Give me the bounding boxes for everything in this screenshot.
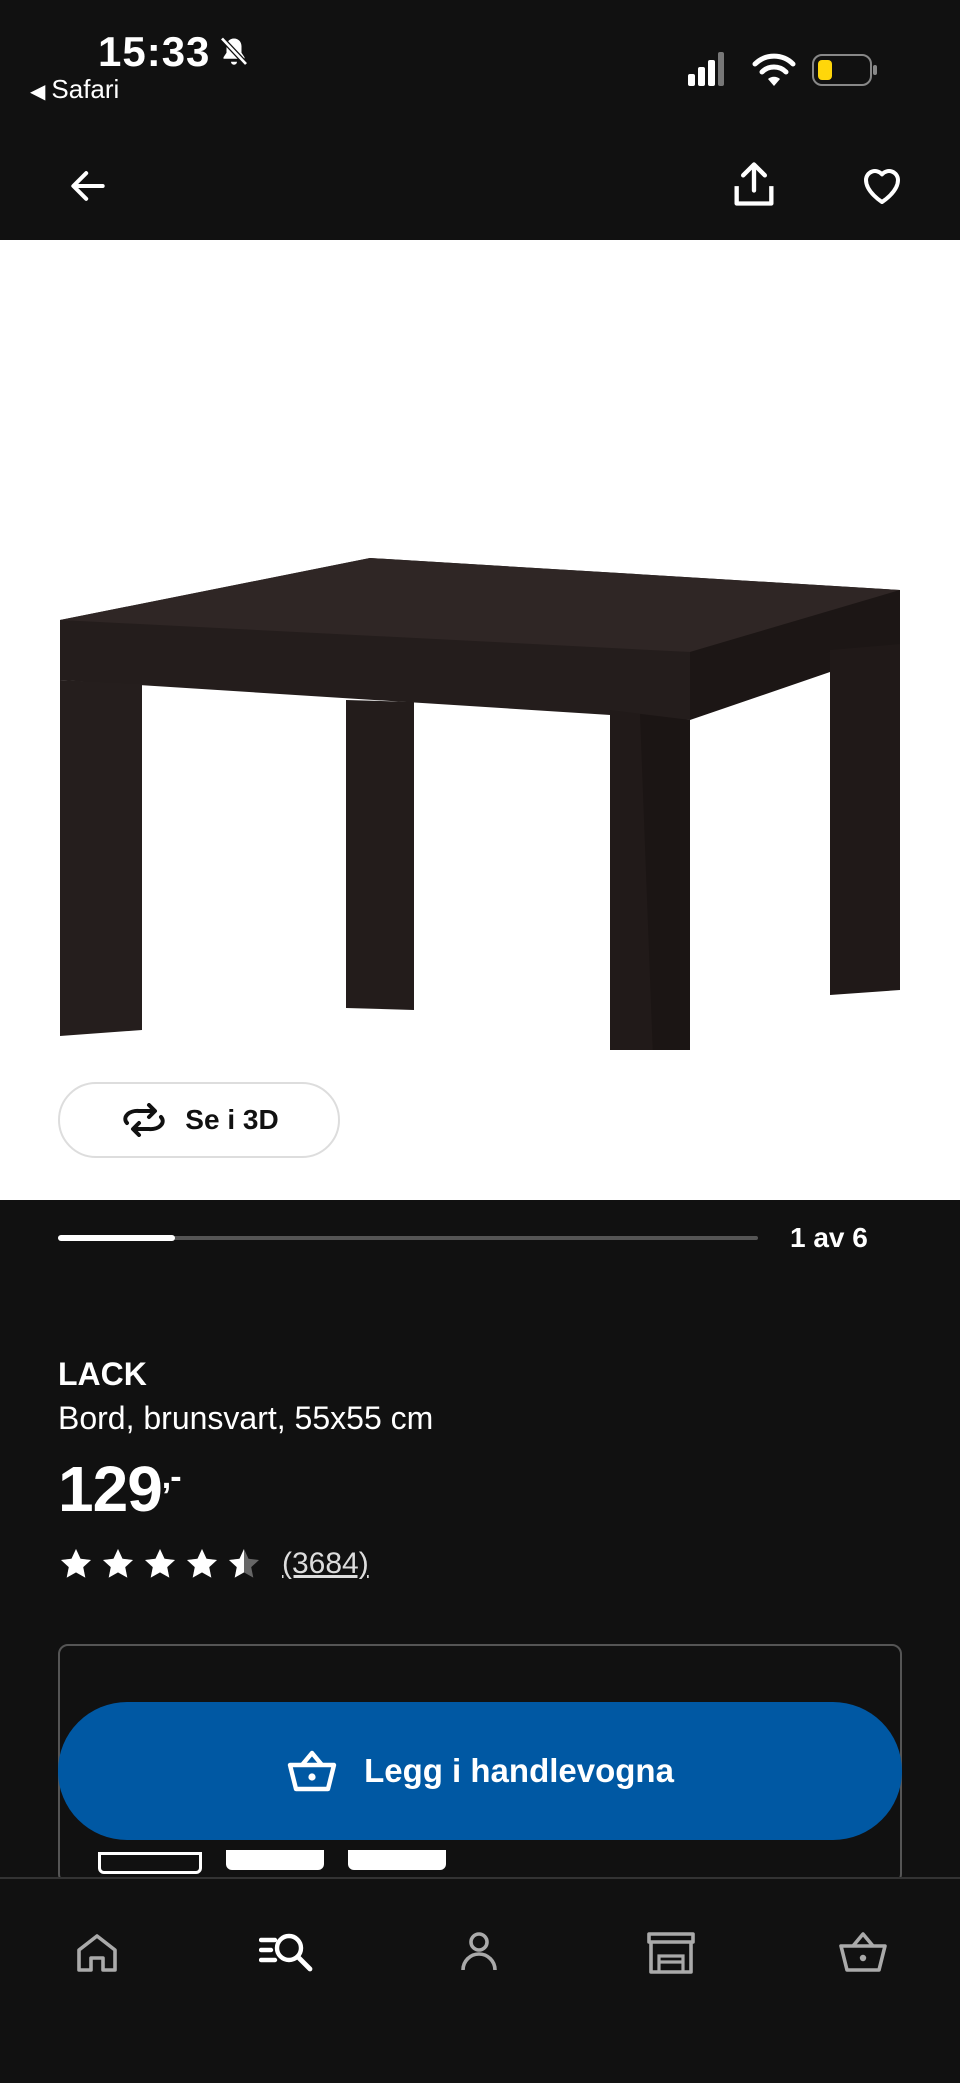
product-image [60,558,900,1050]
back-app-label: Safari [51,74,120,104]
status-time: 15:33 [98,28,211,75]
view-in-3d-label: Se i 3D [185,1104,279,1135]
star-icon [103,1549,133,1578]
back-triangle-icon: ◀ [30,81,46,103]
home-icon [77,1934,117,1972]
store-icon [647,1932,695,1974]
cellular-signal-icon [688,52,724,86]
cart-icon [839,1932,887,1972]
top-navigation [0,130,960,240]
variant-thumbnail[interactable] [348,1850,446,1870]
bottom-navigation [0,1877,960,2083]
back-arrow-icon [71,171,105,201]
add-to-cart-button[interactable]: Legg i handlevogna [58,1702,902,1840]
profile-icon [461,1932,497,1971]
product-image-gallery[interactable] [0,240,960,1200]
wifi-icon [752,53,796,86]
view-in-3d-button[interactable]: Se i 3D [58,1082,340,1158]
share-button[interactable] [722,152,786,216]
back-button[interactable] [56,154,120,218]
search-icon [259,1933,313,1972]
heart-icon [864,169,900,204]
gallery-progress-fill [58,1235,175,1241]
star-icon [145,1549,175,1578]
star-icon [229,1549,259,1578]
price-suffix: ,- [161,1458,182,1496]
nav-profile[interactable] [444,1917,514,1987]
rating-row[interactable]: (3684) [58,1546,369,1582]
product-name: LACK [58,1356,147,1392]
rotate-3d-icon [123,1103,165,1137]
rating-stars [58,1546,268,1582]
nav-home[interactable] [62,1917,132,1987]
review-count-link[interactable]: (3684) [282,1547,369,1581]
price-value: 129 [58,1453,163,1525]
star-icon [61,1549,91,1578]
variant-thumbnail[interactable] [226,1850,324,1870]
silent-bell-icon [220,36,248,66]
favorite-button[interactable] [850,154,914,218]
gallery-counter: 1 av 6 [790,1222,868,1253]
add-to-cart-label: Legg i handlevogna [364,1752,674,1789]
gallery-progress-bar [58,1235,758,1241]
nav-store[interactable] [636,1917,706,1987]
battery-icon [812,54,877,86]
variant-thumbnail[interactable] [98,1852,202,1874]
star-icon [187,1549,217,1578]
basket-icon [287,1750,337,1792]
nav-search[interactable] [252,1917,322,1987]
nav-cart[interactable] [828,1917,898,1987]
product-description: Bord, brunsvart, 55x55 cm [58,1400,434,1436]
product-price: 129,- [58,1452,182,1526]
back-to-app-link[interactable]: ◀ Safari [30,74,119,105]
share-icon [734,162,774,206]
status-bar: 15:33 ◀ Safari [0,0,960,130]
